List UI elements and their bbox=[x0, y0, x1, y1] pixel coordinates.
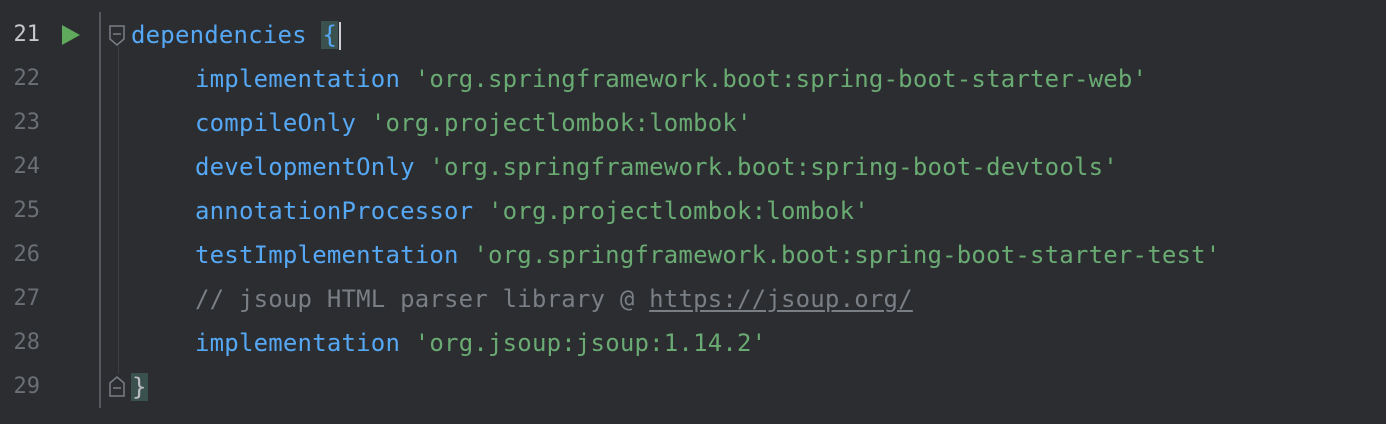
code-text[interactable]: implementation 'org.springframework.boot… bbox=[195, 57, 1147, 101]
keyword-token: implementation bbox=[195, 65, 401, 93]
keyword-token: testImplementation bbox=[195, 241, 459, 269]
line-number[interactable]: 26 bbox=[0, 233, 41, 277]
code-text[interactable]: testImplementation 'org.springframework.… bbox=[195, 233, 1220, 277]
fold-close-icon[interactable] bbox=[108, 375, 126, 397]
code-text[interactable]: developmentOnly 'org.springframework.boo… bbox=[195, 145, 1118, 189]
close-brace: } bbox=[131, 373, 148, 401]
keyword-token: compileOnly bbox=[195, 109, 357, 137]
open-brace: { bbox=[321, 21, 339, 49]
code-line[interactable]: 28 implementation 'org.jsoup:jsoup:1.14.2… bbox=[0, 321, 1386, 365]
line-number[interactable]: 21 bbox=[0, 13, 41, 57]
line-number[interactable]: 24 bbox=[0, 145, 41, 189]
line-number[interactable]: 29 bbox=[0, 365, 41, 409]
code-text[interactable]: implementation 'org.jsoup:jsoup:1.14.2' bbox=[195, 321, 766, 365]
line-number[interactable]: 25 bbox=[0, 189, 41, 233]
code-editor[interactable]: 21 dependencies {22 implementation 'org.sp… bbox=[0, 0, 1386, 424]
string-token: 'org.projectlombok:lombok' bbox=[370, 109, 752, 137]
code-line[interactable]: 27 // jsoup HTML parser library @ https:/… bbox=[0, 277, 1386, 321]
line-number[interactable]: 28 bbox=[0, 321, 41, 365]
string-token: 'org.springframework.boot:spring-boot-de… bbox=[429, 153, 1118, 181]
code-line[interactable]: 22 implementation 'org.springframework.bo… bbox=[0, 57, 1386, 101]
line-number[interactable]: 27 bbox=[0, 277, 41, 321]
comment-token: // jsoup HTML parser library @ bbox=[195, 285, 650, 313]
code-line[interactable]: 29} bbox=[0, 365, 1386, 409]
code-line[interactable]: 26 testImplementation 'org.springframewor… bbox=[0, 233, 1386, 277]
code-line[interactable]: 25 annotationProcessor 'org.projectlombok… bbox=[0, 189, 1386, 233]
keyword-token: annotationProcessor bbox=[195, 197, 474, 225]
fold-open-icon[interactable] bbox=[108, 25, 126, 47]
code-line[interactable]: 21 dependencies { bbox=[0, 13, 1386, 57]
code-line[interactable]: 23 compileOnly 'org.projectlombok:lombok' bbox=[0, 101, 1386, 145]
code-text[interactable]: dependencies { bbox=[131, 13, 342, 57]
string-token: 'org.projectlombok:lombok' bbox=[488, 197, 869, 225]
line-number[interactable]: 23 bbox=[0, 101, 41, 145]
url-link[interactable]: https://jsoup.org/ bbox=[649, 285, 913, 313]
line-number[interactable]: 22 bbox=[0, 57, 41, 101]
code-text[interactable]: compileOnly 'org.projectlombok:lombok' bbox=[195, 101, 752, 145]
string-token: 'org.jsoup:jsoup:1.14.2' bbox=[414, 329, 767, 357]
code-text[interactable]: annotationProcessor 'org.projectlombok:l… bbox=[195, 189, 869, 233]
keyword-token: implementation bbox=[195, 329, 401, 357]
run-gutter-icon[interactable] bbox=[62, 25, 80, 45]
string-token: 'org.springframework.boot:spring-boot-st… bbox=[414, 65, 1148, 93]
text-caret bbox=[339, 22, 342, 50]
string-token: 'org.springframework.boot:spring-boot-st… bbox=[473, 241, 1221, 269]
code-text[interactable]: } bbox=[131, 365, 148, 409]
code-text[interactable]: // jsoup HTML parser library @ https://j… bbox=[195, 277, 913, 321]
code-line[interactable]: 24 developmentOnly 'org.springframework.b… bbox=[0, 145, 1386, 189]
keyword-token: developmentOnly bbox=[195, 153, 415, 181]
keyword-token: dependencies bbox=[131, 21, 307, 49]
